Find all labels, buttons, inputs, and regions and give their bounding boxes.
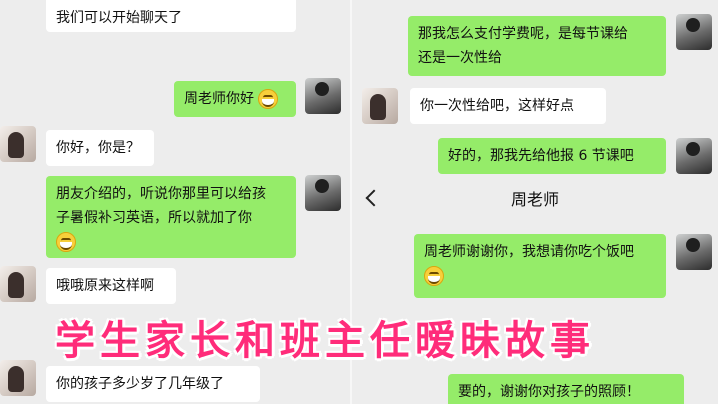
message-line: 还是一次性给: [418, 50, 502, 66]
grinning-face-icon: [424, 266, 444, 286]
message-bubble[interactable]: 你好，你是？: [46, 130, 154, 166]
message-bubble[interactable]: 周老师你好: [174, 81, 296, 117]
message-bubble[interactable]: 周老师谢谢你，我想请你吃个饭吧: [414, 234, 666, 298]
message-bubble[interactable]: 要的，谢谢你对孩子的照顾！: [448, 374, 684, 404]
message-bubble[interactable]: 朋友介绍的，听说你那里可以给孩 子暑假补习英语，所以就加了你: [46, 176, 296, 258]
message-text: 我们可以开始聊天了: [56, 10, 182, 26]
message-text: 你的孩子多少岁了几年级了: [56, 376, 224, 392]
message-text: 你好，你是？: [56, 140, 140, 156]
avatar[interactable]: [676, 14, 712, 50]
message-text: 要的，谢谢你对孩子的照顾！: [458, 384, 640, 400]
message-text: 周老师你好: [184, 91, 254, 107]
message-text: 周老师谢谢你，我想请你吃个饭吧: [424, 244, 634, 260]
message-line: 子暑假补习英语，所以就加了你: [56, 210, 252, 226]
message-bubble[interactable]: 你一次性给吧，这样好点: [410, 88, 606, 124]
message-bubble[interactable]: 好的，那我先给他报 6 节课吧: [438, 138, 666, 174]
message-line: 朋友介绍的，听说你那里可以给孩: [56, 186, 266, 202]
message-line: 那我怎么支付学费呢，是每节课给: [418, 26, 628, 42]
avatar[interactable]: [0, 266, 36, 302]
overlay-caption: 学生家长和班主任暧昧故事: [55, 318, 595, 364]
message-bubble[interactable]: 你的孩子多少岁了几年级了: [46, 366, 260, 402]
avatar[interactable]: [362, 88, 398, 124]
message-bubble[interactable]: 哦哦原来这样啊: [46, 268, 176, 304]
avatar[interactable]: [305, 175, 341, 211]
grinning-face-icon: [258, 89, 279, 109]
message-text: 好的，那我先给他报 6 节课吧: [448, 148, 634, 164]
chat-title: 周老师: [510, 190, 559, 209]
chat-header: 周老师: [352, 176, 718, 220]
message-text: 你一次性给吧，这样好点: [420, 98, 574, 114]
message-text: 哦哦原来这样啊: [56, 278, 154, 294]
avatar[interactable]: [0, 126, 36, 162]
avatar[interactable]: [0, 360, 36, 396]
avatar[interactable]: [676, 234, 712, 270]
grinning-face-icon: [56, 232, 76, 252]
avatar[interactable]: [305, 78, 341, 114]
avatar[interactable]: [676, 138, 712, 174]
message-bubble[interactable]: 那我怎么支付学费呢，是每节课给 还是一次性给: [408, 16, 666, 76]
message-bubble[interactable]: 我们可以开始聊天了: [46, 0, 296, 32]
